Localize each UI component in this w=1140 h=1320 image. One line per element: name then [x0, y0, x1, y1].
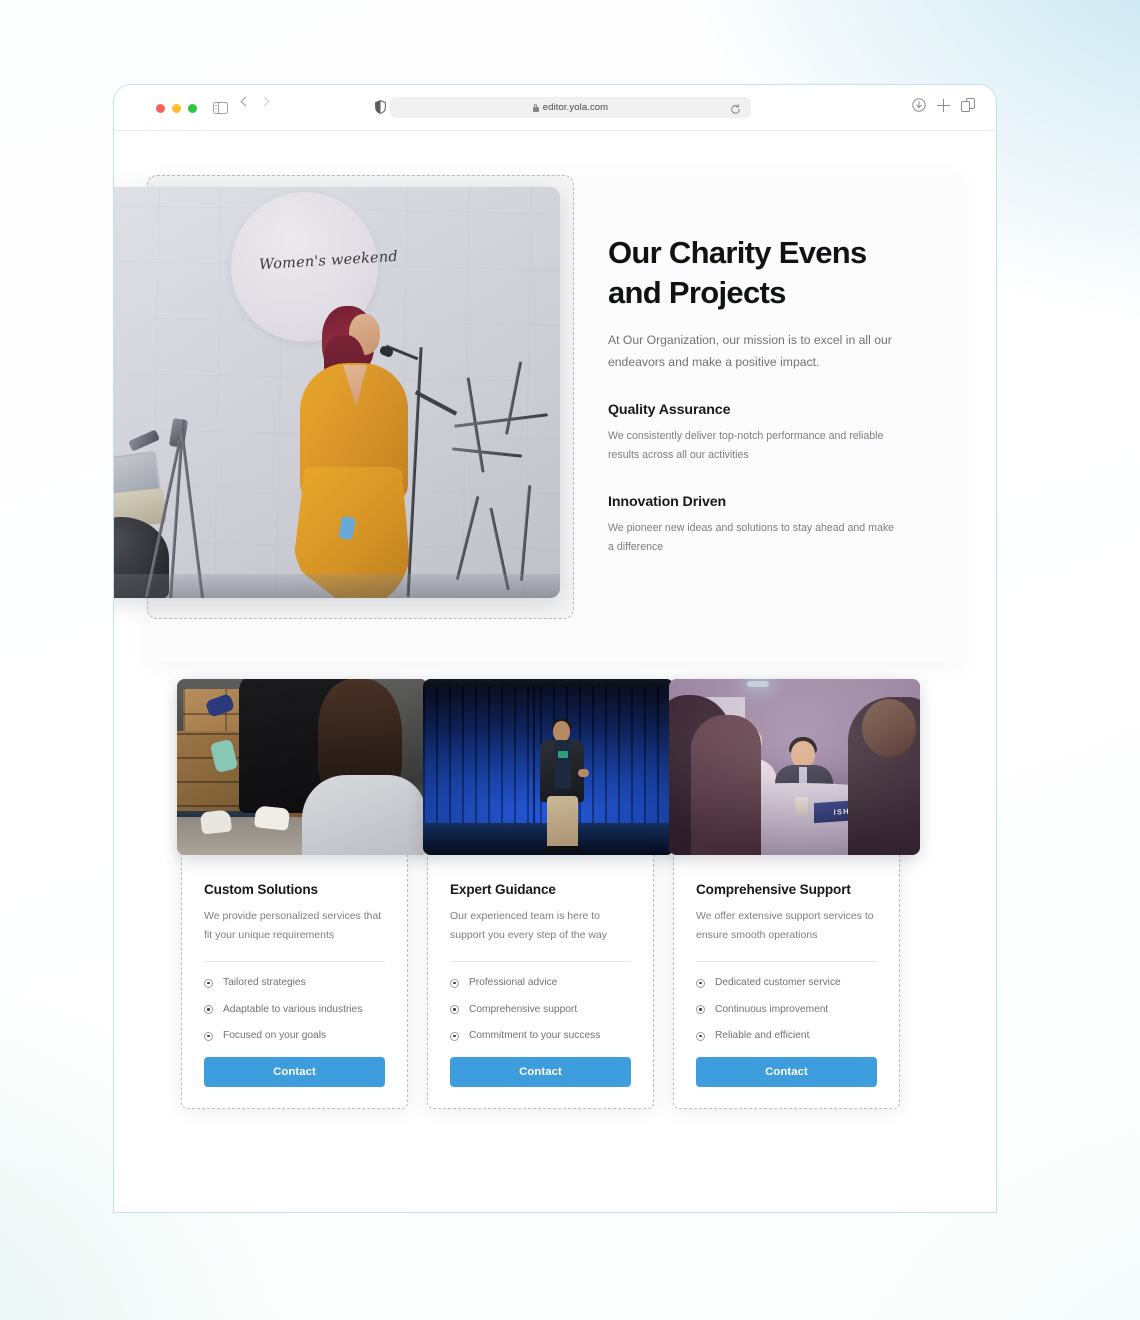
list-item: Reliable and efficient [696, 1028, 877, 1044]
bullet-icon [696, 978, 705, 988]
list-item: Dedicated customer service [696, 975, 877, 991]
list-item: Comprehensive support [450, 1002, 631, 1018]
feature-quality-assurance: Quality Assurance We consistently delive… [608, 402, 914, 465]
bullet-icon [204, 978, 213, 988]
hero-subtitle: At Our Organization, our mission is to e… [608, 332, 892, 370]
website-editor-canvas: Women's weekend Our Charity Evens and Pr… [114, 131, 996, 1212]
card-image-speaker[interactable] [423, 679, 674, 855]
close-window-button[interactable] [156, 104, 165, 113]
maximize-window-button[interactable] [188, 104, 197, 113]
card-comprehensive-support[interactable]: ISHII Comprehensive Support We offer ext… [669, 679, 920, 1110]
card-feature-list: Tailored strategies Adaptable to various… [204, 975, 385, 1044]
navigation-arrows [240, 96, 270, 107]
card-feature-list: Professional advice Comprehensive suppor… [450, 975, 631, 1044]
card-custom-solutions[interactable]: Custom Solutions We provide personalized… [177, 679, 428, 1110]
feature-title: Quality Assurance [608, 402, 731, 419]
toolbar-right-actions [912, 98, 975, 112]
card-description: We provide personalized services that fi… [204, 910, 382, 941]
list-item-label: Focused on your goals [223, 1030, 327, 1041]
list-item-label: Commitment to your success [469, 1030, 601, 1041]
tabs-overview-icon[interactable] [961, 98, 975, 112]
back-chevron-icon[interactable] [240, 96, 251, 107]
card-description: We offer extensive support services to e… [696, 910, 874, 941]
stage-floor [114, 574, 560, 598]
card-body: Comprehensive Support We offer extensive… [673, 860, 900, 1044]
list-item: Adaptable to various industries [204, 1002, 385, 1018]
list-item-label: Adaptable to various industries [223, 1003, 363, 1015]
card-image-volunteers[interactable] [177, 679, 428, 855]
reload-icon[interactable] [730, 102, 741, 114]
divider [450, 961, 631, 963]
window-controls [156, 104, 197, 113]
address-bar[interactable]: editor.yola.com [390, 97, 751, 118]
card-description: Our experienced team is here to support … [450, 910, 608, 941]
list-item: Tailored strategies [204, 975, 385, 991]
browser-toolbar: editor.yola.com [114, 85, 996, 131]
lock-icon [532, 103, 539, 112]
download-icon[interactable] [912, 98, 926, 112]
card-title: Comprehensive Support [696, 882, 851, 897]
bullet-icon [204, 1031, 213, 1041]
url-text: editor.yola.com [542, 102, 609, 113]
hero-image[interactable]: Women's weekend [114, 187, 560, 598]
bullet-icon [450, 1031, 459, 1041]
feature-cards-row: Custom Solutions We provide personalized… [177, 679, 920, 1110]
browser-window: editor.yola.com Women's weekend Our Char… [113, 84, 997, 1213]
stage-rigging [452, 355, 560, 595]
list-item-label: Tailored strategies [223, 977, 306, 989]
divider [204, 961, 385, 963]
contact-button[interactable]: Contact [204, 1057, 385, 1088]
privacy-shield-icon[interactable] [375, 100, 386, 114]
card-image-conference[interactable]: ISHII [669, 679, 920, 855]
feature-title: Innovation Driven [608, 494, 727, 511]
feature-description: We consistently deliver top-notch perfor… [608, 430, 884, 462]
divider [696, 961, 877, 963]
bullet-icon [450, 1005, 459, 1015]
card-title: Custom Solutions [204, 882, 318, 897]
contact-button[interactable]: Contact [450, 1057, 631, 1088]
list-item-label: Dedicated customer service [715, 977, 841, 989]
list-item-label: Professional advice [469, 977, 558, 989]
contact-button[interactable]: Contact [696, 1057, 877, 1088]
list-item: Continuous improvement [696, 1002, 877, 1018]
card-body: Custom Solutions We provide personalized… [181, 860, 408, 1044]
bullet-icon [204, 1005, 213, 1015]
minimize-window-button[interactable] [172, 104, 181, 113]
list-item: Commitment to your success [450, 1028, 631, 1044]
list-item-label: Continuous improvement [715, 1003, 829, 1015]
new-tab-plus-icon[interactable] [937, 98, 950, 112]
card-body: Expert Guidance Our experienced team is … [427, 860, 654, 1044]
list-item: Focused on your goals [204, 1028, 385, 1044]
feature-innovation-driven: Innovation Driven We pioneer new ideas a… [608, 494, 914, 557]
bullet-icon [696, 1031, 705, 1041]
list-item-label: Reliable and efficient [715, 1030, 810, 1041]
bullet-icon [696, 1005, 705, 1015]
card-expert-guidance[interactable]: Expert Guidance Our experienced team is … [423, 679, 674, 1110]
bullet-icon [450, 978, 459, 988]
hero-text-block: Our Charity Evens and Projects At Our Or… [608, 233, 914, 557]
list-item-label: Comprehensive support [469, 1003, 578, 1015]
list-item: Professional advice [450, 975, 631, 991]
card-title: Expert Guidance [450, 882, 556, 897]
page-title: Our Charity Evens and Projects [608, 235, 867, 310]
card-feature-list: Dedicated customer service Continuous im… [696, 975, 877, 1044]
feature-description: We pioneer new ideas and solutions to st… [608, 522, 895, 553]
forward-chevron-icon[interactable] [259, 96, 270, 107]
sidebar-toggle-icon[interactable] [213, 102, 228, 114]
